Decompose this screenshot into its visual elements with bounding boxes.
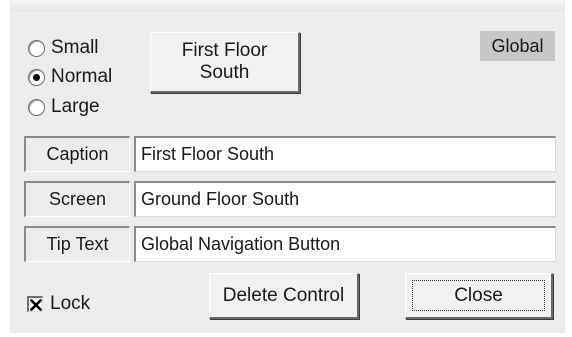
checkmark-x-icon: [29, 298, 42, 311]
tip-text-input[interactable]: Global Navigation Button: [134, 226, 556, 262]
radio-normal[interactable]: Normal: [28, 63, 112, 91]
caption-label: Caption: [24, 136, 130, 172]
preview-button-line1: First Floor: [181, 40, 268, 62]
caption-row: Caption First Floor South: [24, 136, 556, 172]
global-badge: Global: [480, 31, 555, 61]
close-label: Close: [454, 284, 503, 306]
screen-input[interactable]: Ground Floor South: [134, 181, 556, 217]
caption-input[interactable]: First Floor South: [134, 136, 556, 172]
preview-button[interactable]: First Floor South: [150, 32, 300, 93]
radio-large[interactable]: Large: [28, 93, 100, 121]
radio-selected-dot: [33, 73, 40, 81]
delete-control-button[interactable]: Delete Control: [209, 273, 359, 319]
radio-large-label: Large: [51, 96, 100, 117]
lock-label: Lock: [50, 293, 91, 314]
screen-row: Screen Ground Floor South: [24, 181, 556, 217]
radio-large-indicator[interactable]: [28, 98, 45, 116]
tip-text-row: Tip Text Global Navigation Button: [24, 226, 556, 262]
radio-normal-indicator[interactable]: [28, 68, 45, 86]
radio-normal-label: Normal: [51, 66, 113, 87]
preview-button-line2: South: [199, 62, 250, 83]
delete-control-label: Delete Control: [222, 284, 345, 306]
lock-checkbox[interactable]: [27, 296, 43, 312]
lock-checkbox-row[interactable]: Lock: [27, 290, 90, 318]
radio-small-indicator[interactable]: [28, 39, 45, 57]
tip-text-label: Tip Text: [24, 226, 130, 262]
radio-small[interactable]: Small: [28, 34, 99, 62]
close-button[interactable]: Close: [405, 273, 553, 319]
screen-label: Screen: [24, 181, 130, 217]
radio-small-label: Small: [51, 37, 99, 58]
